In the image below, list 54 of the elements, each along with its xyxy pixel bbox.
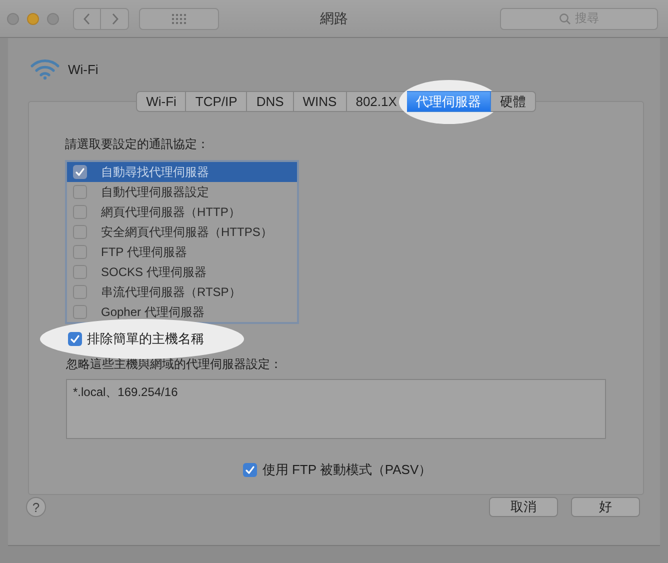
back-button[interactable] xyxy=(73,8,101,30)
tab[interactable]: 硬體 xyxy=(490,91,536,112)
close-button[interactable] xyxy=(7,12,19,24)
grid-icon xyxy=(171,14,187,24)
protocol-item[interactable]: 網頁代理伺服器（HTTP） xyxy=(67,202,297,222)
tab[interactable]: 802.1X xyxy=(346,91,407,112)
protocol-label: 自動代理伺服器設定 xyxy=(101,184,209,200)
tab[interactable]: Wi-Fi xyxy=(136,91,186,112)
help-button[interactable]: ? xyxy=(26,497,46,517)
tab[interactable]: TCP/IP xyxy=(186,91,248,112)
protocol-label: Gopher 代理伺服器 xyxy=(101,304,204,320)
protocol-label: 自動尋找代理伺服器 xyxy=(101,164,209,180)
checkbox[interactable] xyxy=(73,225,87,239)
zoom-button[interactable] xyxy=(47,12,59,24)
protocol-item[interactable]: 自動尋找代理伺服器 xyxy=(67,162,297,182)
section-label: 請選取要設定的通訊協定： xyxy=(65,136,209,153)
checkbox[interactable] xyxy=(73,245,87,259)
tab[interactable]: DNS xyxy=(247,91,294,112)
checkbox[interactable] xyxy=(243,463,258,477)
checkbox[interactable] xyxy=(73,205,87,219)
protocol-label: FTP 代理伺服器 xyxy=(101,244,187,260)
dialog-button[interactable]: 好 xyxy=(571,497,640,517)
protocol-item[interactable]: 自動代理伺服器設定 xyxy=(67,182,297,202)
protocol-item[interactable]: 安全網頁代理伺服器（HTTPS） xyxy=(67,222,297,242)
checkbox[interactable] xyxy=(73,305,87,319)
dialog-button[interactable]: 取消 xyxy=(489,497,558,517)
checkbox[interactable] xyxy=(68,332,82,346)
tab[interactable]: 代理伺服器 xyxy=(406,91,491,112)
protocol-label: 網頁代理伺服器（HTTP） xyxy=(101,204,240,220)
bypass-field[interactable]: *.local、169.254/16 xyxy=(66,379,606,439)
forward-button[interactable] xyxy=(101,8,129,30)
chevron-left-icon xyxy=(83,12,91,24)
checkbox[interactable] xyxy=(73,265,87,279)
protocol-item[interactable]: 串流代理伺服器（RTSP） xyxy=(67,282,297,302)
protocol-label: SOCKS 代理伺服器 xyxy=(101,264,206,280)
wifi-icon xyxy=(30,58,60,80)
protocol-label: 串流代理伺服器（RTSP） xyxy=(101,284,241,300)
protocol-item[interactable]: Gopher 代理伺服器 xyxy=(67,302,297,322)
chevron-right-icon xyxy=(110,12,118,24)
protocol-item[interactable]: SOCKS 代理伺服器 xyxy=(67,262,297,282)
checkbox[interactable] xyxy=(73,165,87,179)
minimize-button[interactable] xyxy=(27,12,39,24)
checkbox[interactable] xyxy=(73,285,87,299)
checkbox[interactable] xyxy=(73,185,87,199)
search-icon xyxy=(559,12,571,24)
interface-name: Wi-Fi xyxy=(68,62,98,76)
protocol-item[interactable]: FTP 代理伺服器 xyxy=(67,242,297,262)
section-label: 忽略這些主機與網域的代理伺服器設定： xyxy=(66,356,282,373)
window-title: 網路 xyxy=(320,10,348,26)
protocol-label: 安全網頁代理伺服器（HTTPS） xyxy=(101,224,272,240)
tab[interactable]: WINS xyxy=(294,91,347,112)
checkbox-label: 排除簡單的主機名稱 xyxy=(87,330,204,348)
show-all-button[interactable] xyxy=(139,8,219,30)
checkbox-label: 使用 FTP 被動模式（PASV） xyxy=(262,461,432,479)
